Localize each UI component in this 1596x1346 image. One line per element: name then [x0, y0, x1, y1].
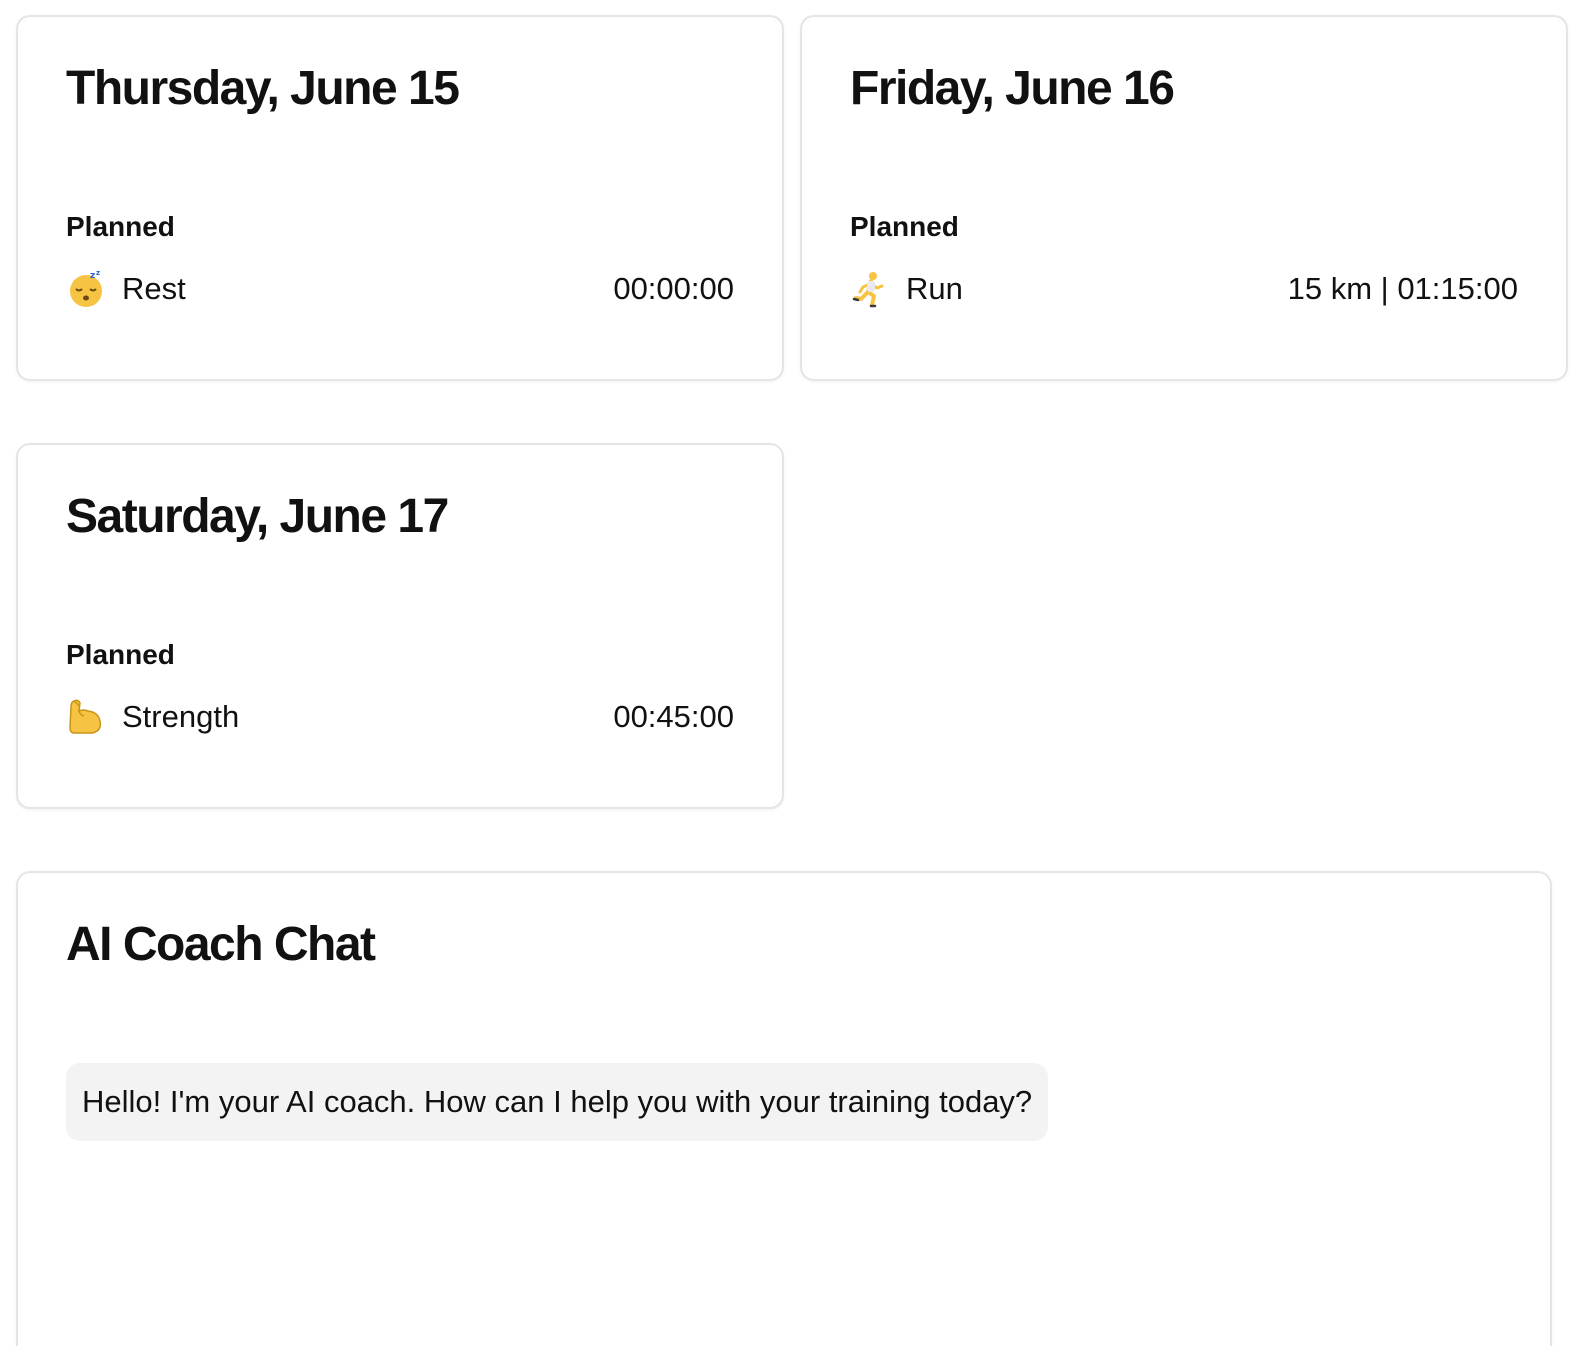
planned-activity-row[interactable]: z z Rest 00:00:00	[66, 267, 734, 311]
planned-activity-row[interactable]: Run 15 km | 01:15:00	[850, 267, 1518, 311]
day-title: Friday, June 16	[850, 62, 1175, 115]
flexed-biceps-icon	[66, 697, 106, 737]
chat-title: AI Coach Chat	[66, 918, 376, 971]
svg-text:z: z	[96, 269, 100, 277]
planned-label: Planned	[850, 211, 959, 242]
activity-distance-duration: 15 km | 01:15:00	[1287, 271, 1518, 306]
training-plan-page: Thursday, June 15 Planned z z Rest 00:00…	[0, 0, 1596, 1346]
runner-icon	[850, 269, 890, 309]
activity-name: Run	[906, 271, 963, 306]
planned-activity-row[interactable]: Strength 00:45:00	[66, 695, 734, 739]
coach-message-bubble: Hello! I'm your AI coach. How can I help…	[66, 1063, 1049, 1141]
planned-label: Planned	[66, 639, 175, 670]
svg-text:z: z	[90, 271, 95, 281]
activity-name: Rest	[122, 271, 186, 306]
day-title: Thursday, June 15	[66, 62, 460, 115]
activity-info: z z Rest	[66, 269, 186, 309]
ai-coach-chat-panel: AI Coach Chat Hello! I'm your AI coach. …	[16, 871, 1552, 1346]
planned-label: Planned	[66, 211, 175, 242]
sleeping-face-icon: z z	[66, 269, 106, 309]
activity-duration: 00:45:00	[613, 699, 734, 734]
day-title: Saturday, June 17	[66, 490, 449, 543]
activity-duration: 00:00:00	[613, 271, 734, 306]
activity-info: Strength	[66, 697, 239, 737]
day-card-friday: Friday, June 16 Planned Run 15 km | 01:1…	[800, 15, 1568, 381]
activity-info: Run	[850, 269, 963, 309]
day-card-saturday: Saturday, June 17 Planned Strength 00:45…	[16, 443, 784, 809]
day-card-thursday: Thursday, June 15 Planned z z Rest 00:00…	[16, 15, 784, 381]
activity-name: Strength	[122, 699, 240, 734]
